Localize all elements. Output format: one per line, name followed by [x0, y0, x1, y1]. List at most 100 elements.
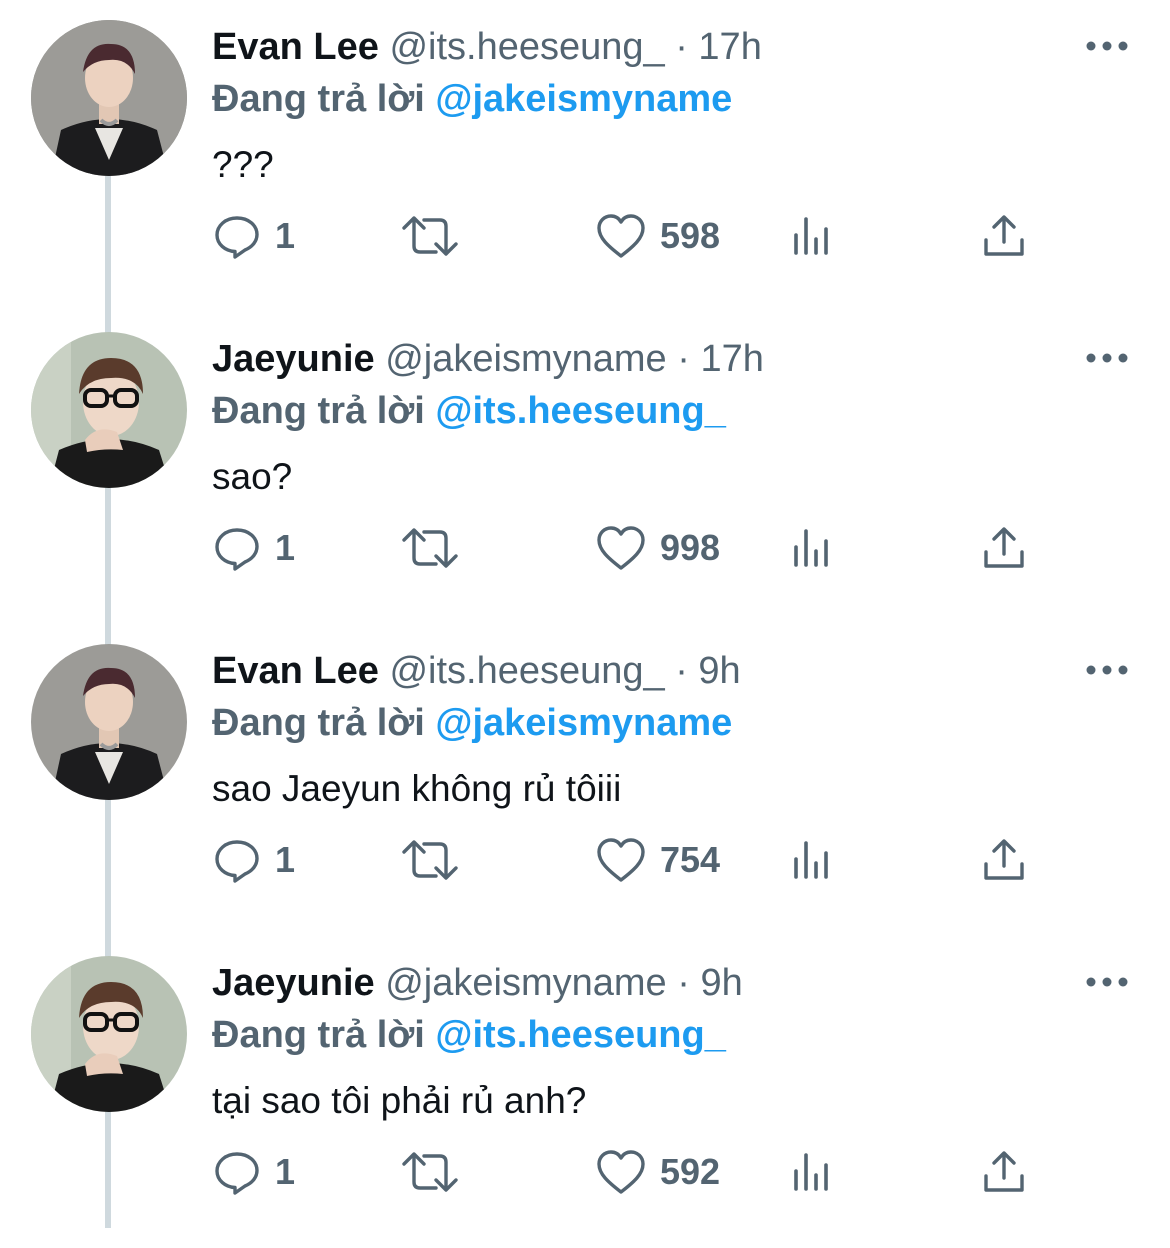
reply-context: Đang trả lời @jakeismyname	[212, 700, 732, 746]
share-button[interactable]	[980, 1144, 1028, 1200]
reply-button[interactable]: 1	[213, 520, 295, 576]
reply-context: Đang trả lời @jakeismyname	[212, 76, 732, 122]
timestamp[interactable]: 17h	[700, 338, 763, 380]
reply-mention-link[interactable]: @jakeismyname	[435, 78, 732, 120]
timestamp[interactable]: 9h	[700, 962, 742, 1004]
share-icon	[984, 215, 1024, 256]
tweet-actions: 1 754	[0, 832, 1170, 888]
tweet-text: sao?	[212, 456, 293, 497]
like-count: 592	[660, 1151, 721, 1192]
reply-context: Đang trả lời @its.heeseung_	[212, 1012, 726, 1058]
share-icon	[984, 1151, 1024, 1192]
tweet[interactable]: Evan Lee @its.heeseung_ · 9h Đang trả lờ…	[0, 624, 1170, 936]
user-handle[interactable]: @its.heeseung_	[389, 650, 664, 692]
retweet-icon	[402, 528, 458, 568]
retweet-button[interactable]	[400, 208, 460, 264]
more-icon	[1086, 977, 1128, 987]
views-icon	[794, 841, 828, 879]
reply-button[interactable]: 1	[213, 832, 295, 888]
tweet-header: Jaeyunie @jakeismyname · 9h	[212, 960, 743, 1006]
separator-dot: ·	[675, 650, 688, 692]
display-name[interactable]: Evan Lee	[212, 26, 379, 68]
tweet-text: sao Jaeyun không rủ tôiii	[212, 768, 622, 809]
like-count: 754	[660, 839, 721, 880]
tweet-text: tại sao tôi phải rủ anh?	[212, 1080, 587, 1121]
reply-count: 1	[275, 527, 296, 568]
reply-mention-link[interactable]: @its.heeseung_	[435, 1014, 725, 1056]
tweet-header: Evan Lee @its.heeseung_ · 17h	[212, 24, 762, 70]
retweet-button[interactable]	[400, 1144, 460, 1200]
heart-icon	[597, 838, 645, 882]
heart-icon	[597, 526, 645, 570]
user-handle[interactable]: @its.heeseung_	[389, 26, 664, 68]
more-icon	[1086, 665, 1128, 675]
avatar-jaeyun-image	[31, 332, 187, 488]
views-icon	[794, 217, 828, 255]
like-count: 598	[660, 215, 721, 256]
like-button[interactable]: 598	[596, 208, 720, 264]
like-button[interactable]: 998	[596, 520, 720, 576]
reply-prefix: Đang trả lời	[212, 1014, 425, 1056]
more-options-button[interactable]	[1084, 340, 1130, 376]
tweet[interactable]: Evan Lee @its.heeseung_ · 17h Đang trả l…	[0, 0, 1170, 312]
more-options-button[interactable]	[1084, 28, 1130, 64]
more-options-button[interactable]	[1084, 964, 1130, 1000]
like-count: 998	[660, 527, 721, 568]
views-button[interactable]	[790, 520, 834, 576]
comment-icon	[215, 840, 259, 883]
avatar-jaeyun-image	[31, 956, 187, 1112]
share-button[interactable]	[980, 832, 1028, 888]
avatar[interactable]	[31, 644, 187, 800]
heart-icon	[597, 214, 645, 258]
reply-context: Đang trả lời @its.heeseung_	[212, 388, 726, 434]
user-handle[interactable]: @jakeismyname	[385, 338, 666, 380]
retweet-icon	[402, 216, 458, 256]
views-icon	[794, 529, 828, 567]
reply-prefix: Đang trả lời	[212, 78, 425, 120]
tweet[interactable]: Jaeyunie @jakeismyname · 17h Đang trả lờ…	[0, 312, 1170, 624]
views-button[interactable]	[790, 208, 834, 264]
views-button[interactable]	[790, 1144, 834, 1200]
tweet-actions: 1 998	[0, 520, 1170, 576]
reply-button[interactable]: 1	[213, 208, 295, 264]
tweet-text: ???	[212, 144, 274, 185]
retweet-icon	[402, 1152, 458, 1192]
share-button[interactable]	[980, 208, 1028, 264]
retweet-button[interactable]	[400, 832, 460, 888]
reply-count: 1	[275, 1151, 296, 1192]
reply-mention-link[interactable]: @jakeismyname	[435, 702, 732, 744]
display-name[interactable]: Jaeyunie	[212, 962, 375, 1004]
share-icon	[984, 527, 1024, 568]
retweet-button[interactable]	[400, 520, 460, 576]
more-options-button[interactable]	[1084, 652, 1130, 688]
tweet[interactable]: Jaeyunie @jakeismyname · 9h Đang trả lời…	[0, 936, 1170, 1248]
retweet-icon	[402, 840, 458, 880]
reply-prefix: Đang trả lời	[212, 702, 425, 744]
display-name[interactable]: Jaeyunie	[212, 338, 375, 380]
comment-icon	[215, 528, 259, 571]
reply-mention-link[interactable]: @its.heeseung_	[435, 390, 725, 432]
separator-dot: ·	[677, 338, 690, 380]
avatar-evan-image	[31, 644, 187, 800]
tweet-header: Jaeyunie @jakeismyname · 17h	[212, 336, 764, 382]
reply-button[interactable]: 1	[213, 1144, 295, 1200]
separator-dot: ·	[677, 962, 690, 1004]
views-button[interactable]	[790, 832, 834, 888]
reply-prefix: Đang trả lời	[212, 390, 425, 432]
comment-icon	[215, 216, 259, 259]
tweet-actions: 1 598	[0, 208, 1170, 264]
avatar[interactable]	[31, 332, 187, 488]
share-icon	[984, 839, 1024, 880]
share-button[interactable]	[980, 520, 1028, 576]
display-name[interactable]: Evan Lee	[212, 650, 379, 692]
avatar-evan-image	[31, 20, 187, 176]
timestamp[interactable]: 9h	[698, 650, 740, 692]
timestamp[interactable]: 17h	[698, 26, 761, 68]
reply-count: 1	[275, 839, 296, 880]
like-button[interactable]: 592	[596, 1144, 720, 1200]
like-button[interactable]: 754	[596, 832, 720, 888]
avatar[interactable]	[31, 20, 187, 176]
user-handle[interactable]: @jakeismyname	[385, 962, 666, 1004]
reply-count: 1	[275, 215, 296, 256]
avatar[interactable]	[31, 956, 187, 1112]
